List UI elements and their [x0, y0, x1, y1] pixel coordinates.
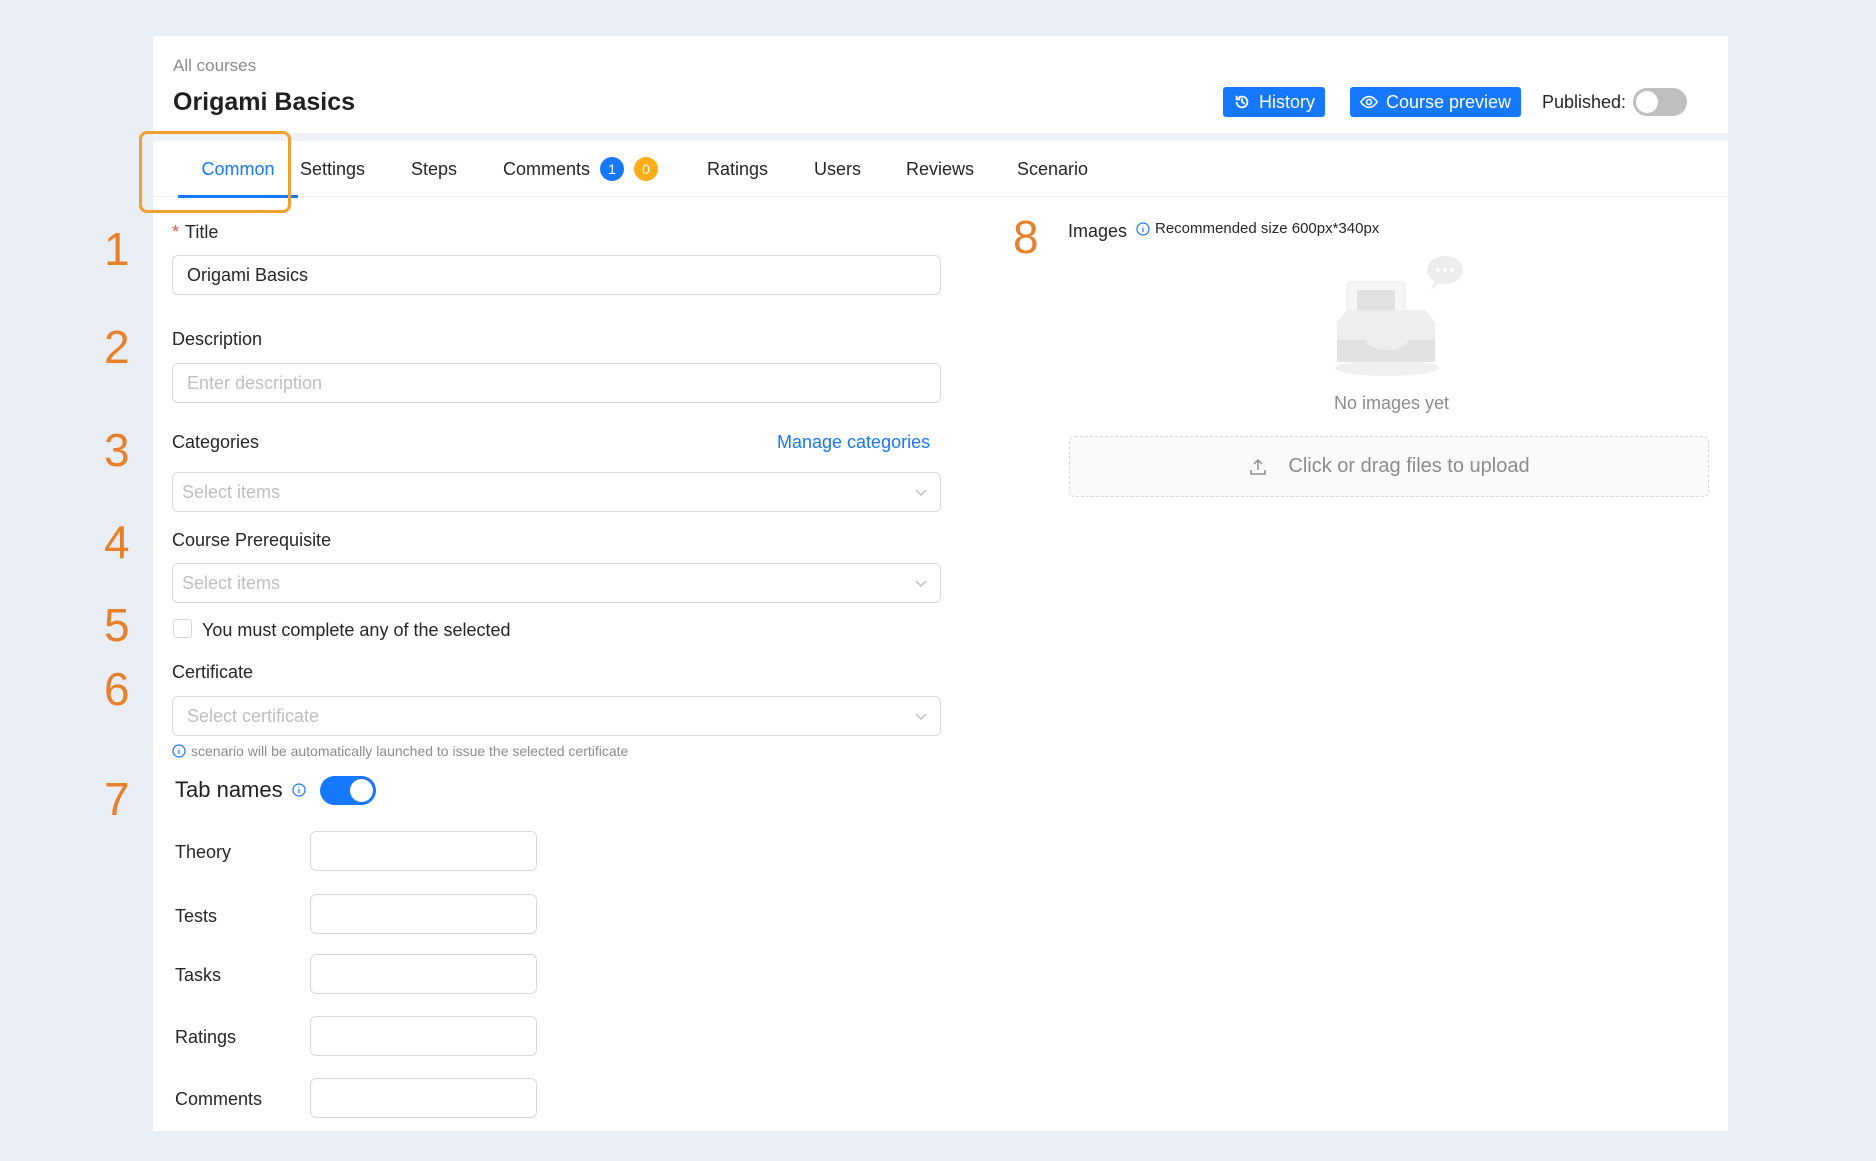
- tab-name-label-tests: Tests: [175, 906, 218, 926]
- tab-settings-label: Settings: [300, 158, 366, 179]
- tab-steps[interactable]: Steps: [411, 141, 457, 197]
- tab-name-input-tests[interactable]: [310, 894, 537, 934]
- description-placeholder: Enter description: [187, 372, 323, 393]
- tab-name-label-tasks: Tasks: [175, 965, 222, 985]
- images-label: Images: [1068, 221, 1128, 241]
- tab-name-label-ratings: Ratings: [175, 1027, 237, 1047]
- certificate-hint: scenario will be automatically launched …: [172, 743, 628, 759]
- breadcrumb[interactable]: All courses: [173, 56, 256, 76]
- complete-any-label: You must complete any of the selected: [202, 620, 511, 640]
- tab-scenario[interactable]: Scenario: [1017, 141, 1088, 197]
- marker-5: 5: [104, 599, 130, 651]
- recommended-size-text: Recommended size 600px*340px: [1155, 220, 1380, 237]
- chevron-down-icon: [915, 580, 927, 588]
- tab-scenario-label: Scenario: [1017, 158, 1089, 179]
- required-mark: *: [172, 222, 180, 242]
- common-tab-highlight: [139, 131, 291, 213]
- tab-users[interactable]: Users: [814, 141, 861, 197]
- eye-icon: [1360, 95, 1378, 109]
- marker-2: 2: [104, 321, 130, 373]
- chevron-down-icon: [915, 489, 927, 497]
- tab-ratings-label: Ratings: [707, 158, 769, 179]
- categories-placeholder: Select items: [182, 481, 281, 502]
- published-toggle[interactable]: [1633, 88, 1687, 116]
- history-button[interactable]: History: [1223, 87, 1326, 117]
- history-button-label: History: [1259, 91, 1316, 112]
- title-label: * Title: [172, 222, 218, 243]
- chevron-down-icon: [915, 713, 927, 721]
- info-icon: [292, 783, 306, 797]
- description-label: Description: [172, 329, 263, 349]
- tab-reviews[interactable]: Reviews: [906, 141, 974, 197]
- toggle-knob: [1636, 91, 1658, 113]
- tab-ratings[interactable]: Ratings: [707, 141, 768, 197]
- no-images-text: No images yet: [1334, 393, 1450, 413]
- tab-name-input-comments[interactable]: [310, 1078, 537, 1118]
- title-input-value: Origami Basics: [187, 264, 309, 285]
- comments-count-badge: 1: [600, 157, 625, 181]
- tab-bar: Common Settings Steps Comments 1 0 Ratin…: [153, 141, 1728, 198]
- certificate-placeholder: Select certificate: [187, 705, 320, 726]
- title-label-text: Title: [185, 222, 219, 242]
- prerequisite-label: Course Prerequisite: [172, 530, 332, 550]
- upload-dropzone[interactable]: Click or drag files to upload: [1069, 436, 1709, 497]
- tab-users-label: Users: [814, 158, 862, 179]
- manage-categories-link[interactable]: Manage categories: [777, 432, 930, 453]
- tab-names-title: Tab names: [175, 777, 283, 802]
- toggle-knob: [350, 779, 373, 802]
- marker-7: 7: [104, 773, 130, 825]
- marker-3: 3: [104, 424, 130, 476]
- comments-pending-badge: 0: [634, 157, 659, 181]
- tab-settings[interactable]: Settings: [300, 141, 365, 197]
- recommended-size-hint: Recommended size 600px*340px: [1136, 220, 1379, 237]
- categories-label: Categories: [172, 432, 260, 452]
- tab-name-input-tasks[interactable]: [310, 954, 537, 994]
- certificate-label: Certificate: [172, 662, 254, 682]
- tab-name-label-theory: Theory: [175, 842, 232, 862]
- tab-name-label-comments: Comments: [175, 1089, 263, 1109]
- published-label: Published:: [1542, 92, 1627, 112]
- complete-any-checkbox[interactable]: [173, 619, 192, 638]
- certificate-hint-text: scenario will be automatically launched …: [191, 743, 629, 759]
- description-input[interactable]: Enter description: [172, 363, 941, 403]
- tab-name-input-ratings[interactable]: [310, 1016, 537, 1056]
- marker-4: 4: [104, 516, 130, 568]
- tab-comments[interactable]: Comments 1 0: [503, 141, 659, 197]
- course-preview-button[interactable]: Course preview: [1350, 87, 1522, 117]
- marker-1: 1: [104, 223, 130, 275]
- certificate-select[interactable]: Select certificate: [172, 696, 941, 736]
- history-icon: [1235, 95, 1249, 109]
- page-title: Origami Basics: [173, 88, 356, 116]
- prerequisite-select[interactable]: Select items: [172, 563, 941, 603]
- categories-select[interactable]: Select items: [172, 472, 941, 512]
- marker-8: 8: [1013, 211, 1039, 263]
- empty-inbox-icon: [1335, 256, 1463, 376]
- tab-name-input-theory[interactable]: [310, 831, 537, 871]
- header-divider: [153, 133, 1728, 141]
- info-icon: [1136, 221, 1150, 236]
- tab-comments-label: Comments: [503, 158, 591, 179]
- upload-text: Click or drag files to upload: [1288, 455, 1530, 477]
- title-input[interactable]: Origami Basics: [172, 255, 941, 295]
- tab-names-toggle[interactable]: [320, 776, 376, 805]
- prerequisite-placeholder: Select items: [182, 572, 281, 593]
- marker-6: 6: [104, 663, 130, 715]
- upload-icon: [1250, 458, 1267, 475]
- course-preview-label: Course preview: [1386, 91, 1512, 112]
- info-icon: [172, 744, 186, 758]
- tab-steps-label: Steps: [411, 158, 458, 179]
- tab-reviews-label: Reviews: [906, 158, 975, 179]
